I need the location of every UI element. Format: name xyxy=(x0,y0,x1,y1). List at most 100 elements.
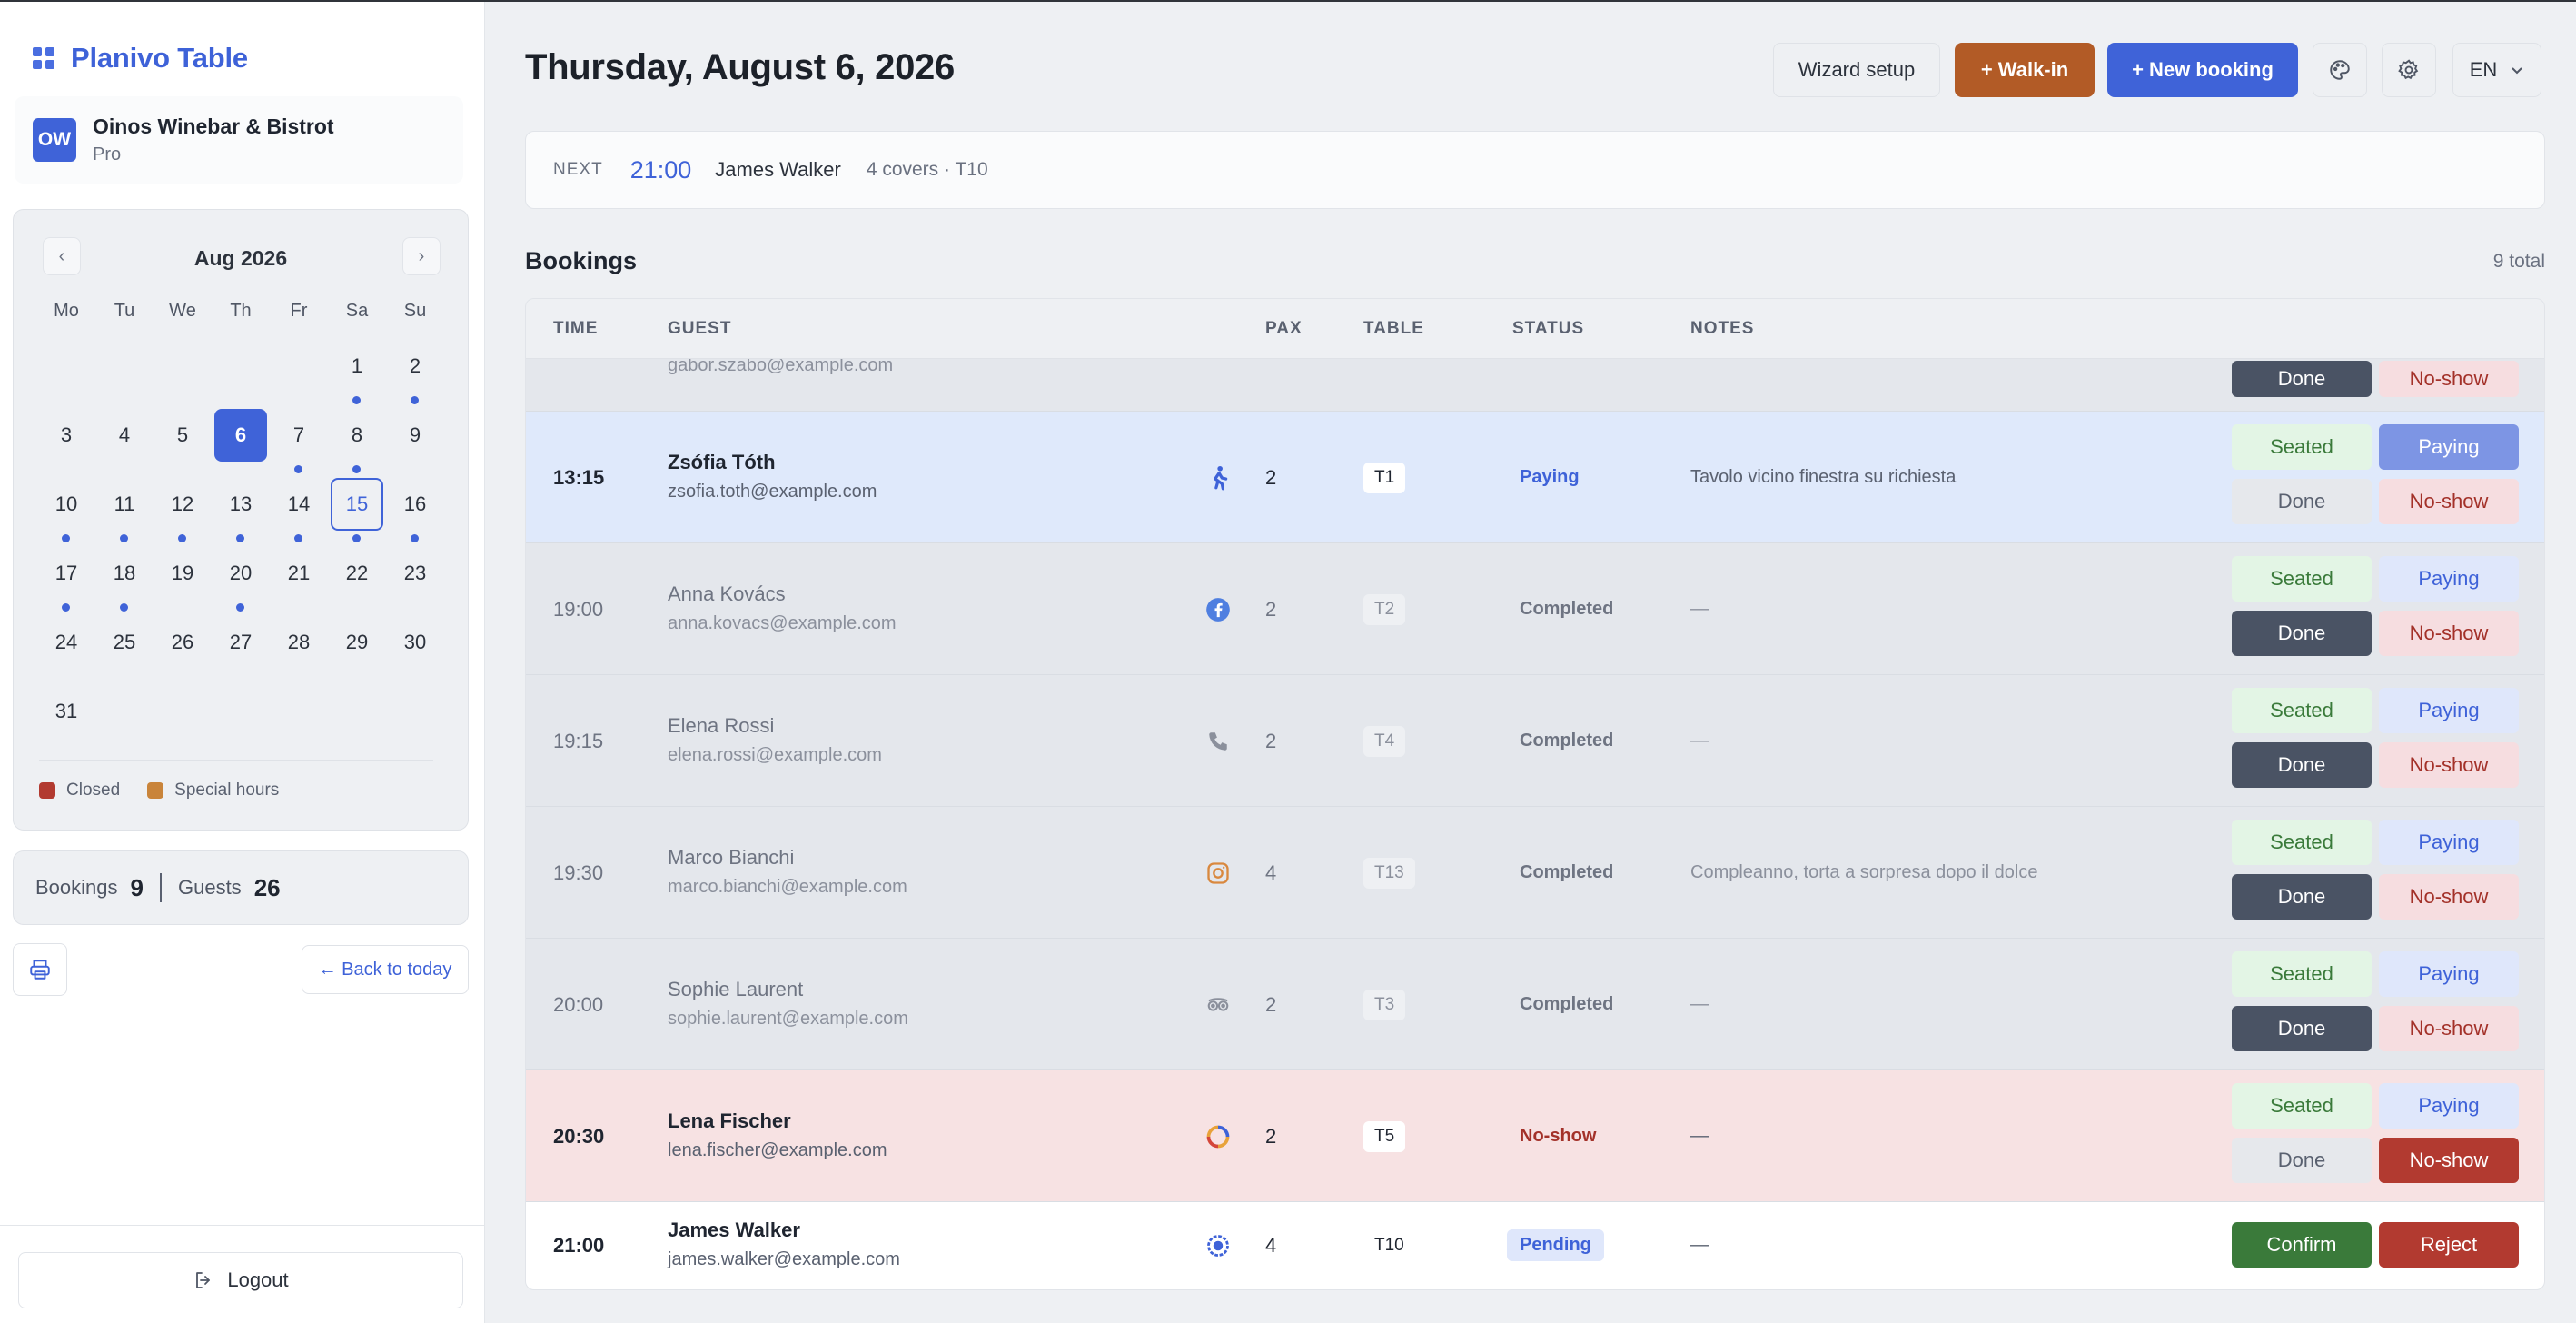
guest-name[interactable]: Marco Bianchi xyxy=(668,846,794,870)
table-row[interactable]: 13:15 Zsófia Tóth zsofia.toth@example.com 2… xyxy=(526,412,2544,543)
calendar-day-27[interactable]: 27 xyxy=(214,616,267,669)
print-button[interactable] xyxy=(13,943,67,996)
walk-in-button[interactable]: + Walk-in xyxy=(1955,43,2095,97)
paying-button[interactable]: Paying xyxy=(2379,1083,2519,1129)
calendar-day-6[interactable]: 6 xyxy=(214,409,267,462)
col-pax[interactable]: PAX xyxy=(1265,319,1303,339)
table-row[interactable]: 19:00 Anna Kovács anna.kovacs@example.com 2… xyxy=(526,543,2544,675)
calendar-day-9[interactable]: 9 xyxy=(389,409,441,462)
confirm-button[interactable]: Confirm xyxy=(2232,1222,2372,1268)
seated-button[interactable]: Seated xyxy=(2232,688,2372,733)
guest-name[interactable]: Lena Fischer xyxy=(668,1109,791,1133)
booking-time: 21:00 xyxy=(553,1234,605,1257)
calendar-day-21[interactable]: 21 xyxy=(272,547,325,600)
status-badge: Completed xyxy=(1520,730,1614,751)
done-button[interactable]: Done xyxy=(2232,361,2372,397)
done-button[interactable]: Done xyxy=(2232,479,2372,524)
calendar-day-4[interactable]: 4 xyxy=(98,409,151,462)
calendar-day-24[interactable]: 24 xyxy=(40,616,93,669)
done-button[interactable]: Done xyxy=(2232,611,2372,656)
noshow-button[interactable]: No-show xyxy=(2379,1006,2519,1051)
guest-name[interactable]: Sophie Laurent xyxy=(668,978,803,1001)
guest-name[interactable]: James Walker xyxy=(668,1219,800,1242)
seated-button[interactable]: Seated xyxy=(2232,424,2372,470)
next-booking-bar[interactable]: NEXT 21:00 James Walker 4 covers · T10 xyxy=(525,131,2545,209)
guest-name[interactable]: Elena Rossi xyxy=(668,714,774,738)
seated-button[interactable]: Seated xyxy=(2232,556,2372,602)
col-table[interactable]: TABLE xyxy=(1363,319,1424,339)
calendar-day-8[interactable]: 8 xyxy=(331,409,383,462)
language-select[interactable]: EN xyxy=(2452,43,2541,97)
calendar-next-button[interactable]: › xyxy=(402,237,441,275)
org-card[interactable]: OW Oinos Winebar & Bistrot Pro xyxy=(15,96,463,184)
table-row[interactable]: 20:30 Lena Fischer lena.fischer@example.co… xyxy=(526,1070,2544,1202)
table-row-partial[interactable]: gabor.szabo@example.com Done No-show xyxy=(526,355,2544,412)
reject-button[interactable]: Reject xyxy=(2379,1222,2519,1268)
seated-button[interactable]: Seated xyxy=(2232,951,2372,997)
noshow-button[interactable]: No-show xyxy=(2379,1138,2519,1183)
noshow-button[interactable]: No-show xyxy=(2379,874,2519,920)
guest-name[interactable]: Anna Kovács xyxy=(668,582,786,606)
table-row[interactable]: 21:00 James Walker james.walker@example.co… xyxy=(526,1202,2544,1289)
col-status[interactable]: STATUS xyxy=(1512,319,1584,339)
noshow-button[interactable]: No-show xyxy=(2379,742,2519,788)
theme-button[interactable] xyxy=(2313,43,2367,97)
paying-button[interactable]: Paying xyxy=(2379,556,2519,602)
table-row[interactable]: 19:30 Marco Bianchi marco.bianchi@example.… xyxy=(526,807,2544,939)
calendar-day-29[interactable]: 29 xyxy=(331,616,383,669)
calendar-day-26[interactable]: 26 xyxy=(156,616,209,669)
calendar-day-20[interactable]: 20 xyxy=(214,547,267,600)
table-row[interactable]: 20:00 Sophie Laurent sophie.laurent@exampl… xyxy=(526,939,2544,1070)
calendar-day-31[interactable]: 31 xyxy=(40,685,93,738)
calendar-day-13[interactable]: 13 xyxy=(214,478,267,531)
done-button[interactable]: Done xyxy=(2232,1138,2372,1183)
noshow-button[interactable]: No-show xyxy=(2379,611,2519,656)
pax-count: 2 xyxy=(1265,465,1277,489)
calendar-day-25[interactable]: 25 xyxy=(98,616,151,669)
wizard-setup-button[interactable]: Wizard setup xyxy=(1773,43,1940,97)
brand[interactable]: Planivo Table xyxy=(33,38,248,78)
done-button[interactable]: Done xyxy=(2232,874,2372,920)
bookings-title: Bookings xyxy=(525,247,638,274)
calendar-day-14[interactable]: 14 xyxy=(272,478,325,531)
logout-button[interactable]: Logout xyxy=(18,1252,463,1308)
calendar-day-19[interactable]: 19 xyxy=(156,547,209,600)
guest-name[interactable]: Zsófia Tóth xyxy=(668,451,776,474)
calendar-day-22[interactable]: 22 xyxy=(331,547,383,600)
calendar-day-18[interactable]: 18 xyxy=(98,547,151,600)
calendar-day-7[interactable]: 7 xyxy=(272,409,325,462)
booking-dot xyxy=(411,534,419,542)
new-booking-button[interactable]: + New booking xyxy=(2107,43,2298,97)
no-show-button[interactable]: No-show xyxy=(2379,361,2519,397)
calendar-day-28[interactable]: 28 xyxy=(272,616,325,669)
calendar-day-2[interactable]: 2 xyxy=(389,340,441,393)
calendar-day-17[interactable]: 17 xyxy=(40,547,93,600)
col-time[interactable]: TIME xyxy=(553,319,598,339)
done-button[interactable]: Done xyxy=(2232,1006,2372,1051)
calendar-day-30[interactable]: 30 xyxy=(389,616,441,669)
calendar-day-10[interactable]: 10 xyxy=(40,478,93,531)
calendar-day-16[interactable]: 16 xyxy=(389,478,441,531)
done-button[interactable]: Done xyxy=(2232,742,2372,788)
calendar-day-12[interactable]: 12 xyxy=(156,478,209,531)
back-to-today-button[interactable]: ← Back to today xyxy=(302,945,469,994)
settings-button[interactable] xyxy=(2382,43,2436,97)
table-row[interactable]: 19:15 Elena Rossi elena.rossi@example.com 2… xyxy=(526,675,2544,807)
calendar-day-5[interactable]: 5 xyxy=(156,409,209,462)
paying-button[interactable]: Paying xyxy=(2379,688,2519,733)
col-guest[interactable]: GUEST xyxy=(668,319,731,339)
booking-dot xyxy=(178,534,186,542)
seated-button[interactable]: Seated xyxy=(2232,1083,2372,1129)
calendar-day-1[interactable]: 1 xyxy=(331,340,383,393)
paying-button[interactable]: Paying xyxy=(2379,424,2519,470)
calendar-day-3[interactable]: 3 xyxy=(40,409,93,462)
col-notes[interactable]: NOTES xyxy=(1690,319,1754,339)
calendar-day-23[interactable]: 23 xyxy=(389,547,441,600)
paying-button[interactable]: Paying xyxy=(2379,820,2519,865)
paying-button[interactable]: Paying xyxy=(2379,951,2519,997)
seated-button[interactable]: Seated xyxy=(2232,820,2372,865)
bookings-table: TIME GUEST PAX TABLE STATUS NOTES gabor.… xyxy=(525,298,2545,1290)
calendar-day-11[interactable]: 11 xyxy=(98,478,151,531)
noshow-button[interactable]: No-show xyxy=(2379,479,2519,524)
calendar-day-15[interactable]: 15 xyxy=(331,478,383,531)
